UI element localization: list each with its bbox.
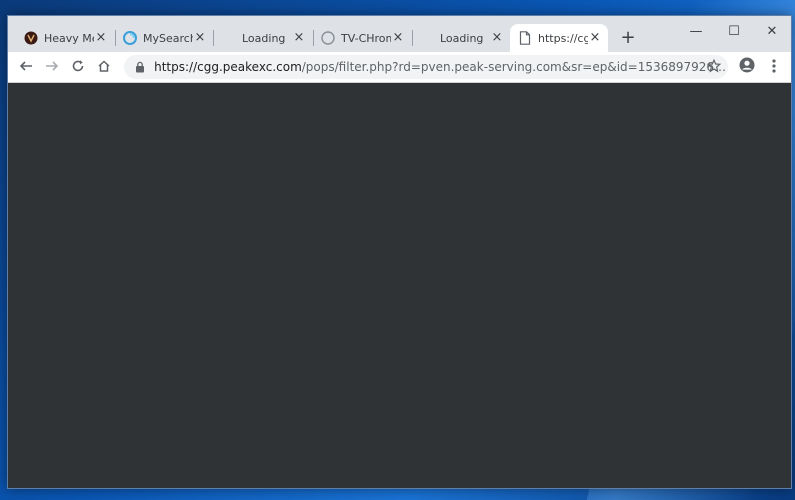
lock-icon: [134, 60, 146, 74]
tab-close-icon[interactable]: ×: [94, 31, 108, 45]
tab-title: Heavy Metal: [44, 31, 94, 45]
tab-close-icon[interactable]: ×: [391, 31, 405, 45]
tab-close-icon[interactable]: ×: [292, 31, 306, 45]
tab-title: TV-CHromecast: [341, 31, 391, 45]
browser-toolbar: https://cgg.peakexc.com /pops/filter.php…: [8, 52, 791, 83]
address-bar[interactable]: https://cgg.peakexc.com /pops/filter.php…: [124, 55, 728, 79]
page-content-blank[interactable]: [8, 83, 791, 488]
minimize-button[interactable]: —: [676, 20, 716, 44]
maximize-button[interactable]: ☐: [714, 20, 754, 44]
back-button[interactable]: [16, 57, 36, 77]
tab-strip: Heavy Metal × MySearch × Loading × TV-CH…: [8, 16, 791, 52]
account-icon: [739, 57, 755, 77]
tab-title: Loading: [242, 31, 286, 45]
mysearch-icon: [123, 31, 137, 45]
browser-window: Heavy Metal × MySearch × Loading × TV-CH…: [7, 15, 792, 489]
metal-logo-icon: [24, 31, 38, 45]
url-path: /pops/filter.php?rd=pven.peak-serving.co…: [301, 60, 728, 74]
bookmark-button[interactable]: [704, 57, 724, 77]
tab-mysearch[interactable]: MySearch ×: [115, 24, 213, 52]
tab-close-icon[interactable]: ×: [193, 31, 207, 45]
forward-button[interactable]: [42, 57, 62, 77]
page-icon: [518, 31, 532, 45]
more-vertical-icon: [772, 58, 776, 77]
profile-button[interactable]: [737, 57, 757, 77]
new-tab-button[interactable]: +: [618, 28, 638, 48]
home-button[interactable]: [94, 57, 114, 77]
tab-active-cgg[interactable]: https://cgg.peakexc.com ×: [510, 24, 608, 52]
arrow-left-icon: [19, 58, 33, 77]
menu-button[interactable]: [764, 57, 784, 77]
tab-close-icon[interactable]: ×: [490, 31, 504, 45]
tab-loading-2[interactable]: Loading ×: [412, 24, 510, 52]
circle-icon: [321, 31, 335, 45]
url-host: https://cgg.peakexc.com: [154, 60, 302, 74]
tab-tv-chromecast[interactable]: TV-CHromecast ×: [313, 24, 411, 52]
reload-button[interactable]: [68, 57, 88, 77]
tab-close-icon[interactable]: ×: [588, 31, 602, 45]
home-icon: [97, 58, 111, 77]
close-window-button[interactable]: ✕: [752, 20, 791, 44]
tab-title: https://cgg.peakexc.com: [538, 31, 588, 45]
arrow-right-icon: [45, 58, 59, 77]
reload-icon: [71, 58, 85, 77]
star-icon: [706, 58, 722, 77]
tab-title: Loading: [440, 31, 484, 45]
tab-heavy-metal[interactable]: Heavy Metal ×: [16, 24, 114, 52]
tab-title: MySearch: [143, 31, 193, 45]
tab-loading-1[interactable]: Loading ×: [214, 24, 312, 52]
